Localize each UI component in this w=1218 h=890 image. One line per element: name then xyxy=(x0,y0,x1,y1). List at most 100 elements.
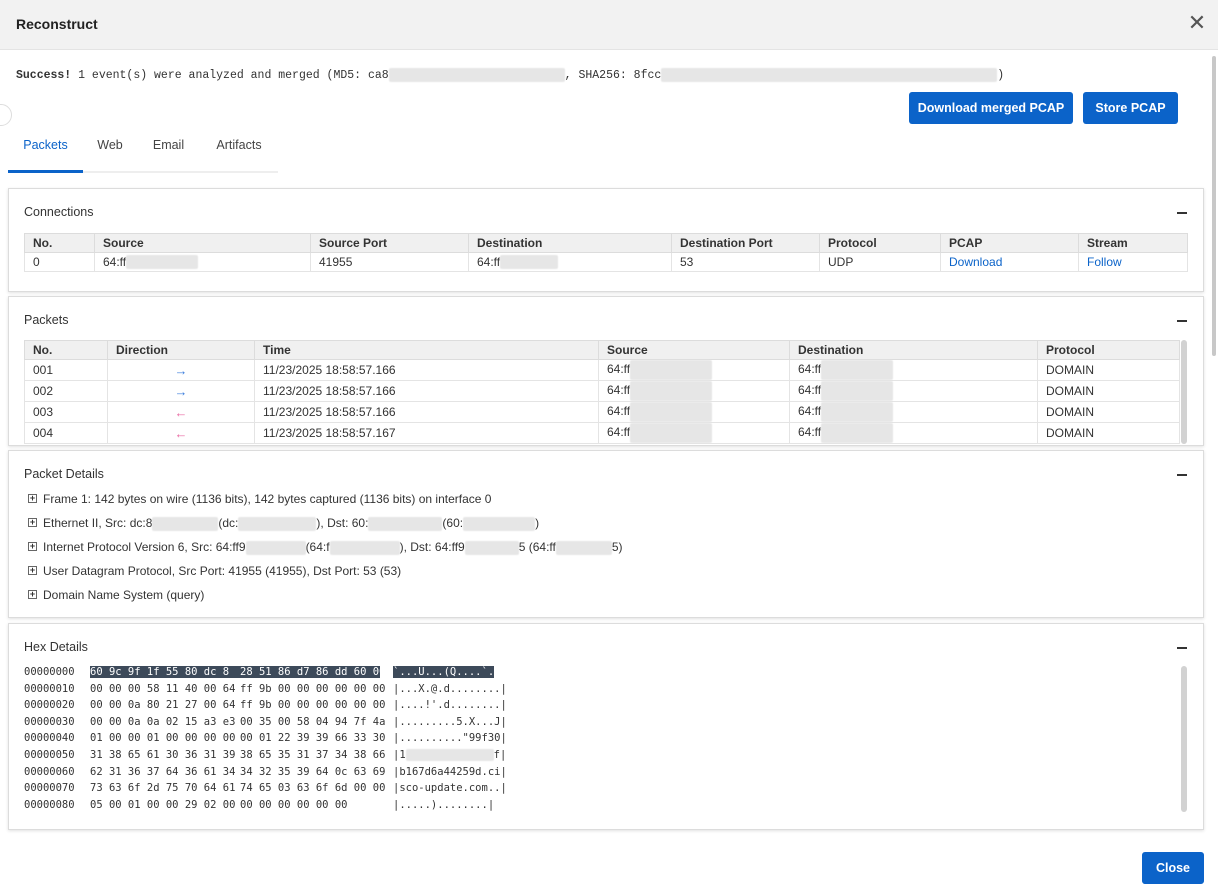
column-header[interactable]: Destination xyxy=(789,340,1038,360)
column-header[interactable]: Time xyxy=(254,340,599,360)
hex-bytes[interactable]: 00 01 22 39 39 66 33 30 xyxy=(240,732,393,744)
column-header[interactable]: Destination Port xyxy=(671,233,820,253)
tree-node-label: ) xyxy=(535,516,540,530)
hex-ascii[interactable]: |b167d6a44259d.ci| xyxy=(393,766,507,778)
hex-bytes[interactable]: ff 9b 00 00 00 00 00 00 xyxy=(240,699,393,711)
hex-row: 00000010 00 00 00 58 11 40 00 64 ff 9b 00 … xyxy=(24,683,507,700)
tree-node-label: Domain Name System (query) xyxy=(43,588,205,602)
redacted-value xyxy=(821,402,894,422)
cell-pcap: Download xyxy=(940,252,1079,272)
hex-bytes[interactable]: 73 63 6f 2d 75 70 64 61 xyxy=(90,782,240,794)
arrow-right-icon: → xyxy=(174,383,188,399)
hex-scrollbar[interactable] xyxy=(1181,666,1187,812)
dialog-title: Reconstruct xyxy=(16,16,98,32)
tree-node-label: (64:f xyxy=(305,540,330,554)
table-row[interactable]: 002 → 11/23/2025 18:58:57.166 64:ff 64:f… xyxy=(24,380,1180,402)
redacted-value xyxy=(821,381,894,401)
column-header[interactable]: Protocol xyxy=(1037,340,1180,360)
minus-icon[interactable] xyxy=(1177,203,1187,214)
table-row[interactable]: 001 → 11/23/2025 18:58:57.166 64:ff 64:f… xyxy=(24,359,1180,381)
cell-destination-port: 53 xyxy=(671,252,820,272)
hex-bytes[interactable]: 01 00 00 01 00 00 00 00 xyxy=(90,732,240,744)
hex-row: 00000080 05 00 01 00 00 29 02 00 00 00 00 … xyxy=(24,799,507,816)
cell-destination: 64:ff xyxy=(468,252,672,272)
hex-ascii[interactable]: |....!'.d........| xyxy=(393,699,507,711)
close-button[interactable]: Close xyxy=(1142,852,1204,884)
minus-icon[interactable] xyxy=(1177,638,1187,649)
minus-icon[interactable] xyxy=(1177,311,1187,322)
hex-offset: 00000080 xyxy=(24,798,75,811)
hex-bytes[interactable]: 00 35 00 58 04 94 7f 4a xyxy=(240,716,393,728)
hex-ascii[interactable]: |.....)........| xyxy=(393,799,494,811)
tab-email[interactable]: Email xyxy=(146,138,191,173)
cell-no: 0 xyxy=(24,252,95,272)
hex-bytes[interactable]: 34 32 35 39 64 0c 63 69 xyxy=(240,766,393,778)
status-message: Success! 1 event(s) were analyzed and me… xyxy=(16,68,1004,82)
follow-link[interactable]: Follow xyxy=(1087,255,1122,269)
column-header[interactable]: Source xyxy=(94,233,311,253)
column-header[interactable]: Stream xyxy=(1078,233,1188,253)
tree-node-ipv6[interactable]: + Internet Protocol Version 6, Src: 64:ff… xyxy=(28,540,623,555)
hex-ascii[interactable]: |.........5.X...J| xyxy=(393,716,507,728)
hex-bytes[interactable]: 00 00 0a 80 21 27 00 64 xyxy=(90,699,240,711)
plus-box-icon[interactable]: + xyxy=(28,590,37,599)
hex-bytes[interactable]: 28 51 86 d7 86 dd 60 00 xyxy=(240,666,385,678)
tree-node-frame[interactable]: + Frame 1: 142 bytes on wire (1136 bits),… xyxy=(28,492,491,506)
column-header[interactable]: Protocol xyxy=(819,233,941,253)
packets-scrollbar[interactable] xyxy=(1181,340,1187,444)
hex-bytes[interactable]: 00 00 0a 0a 02 15 a3 e3 xyxy=(90,716,240,728)
tree-node-ethernet[interactable]: + Ethernet II, Src: dc:8 (dc:), Dst: 60: (6… xyxy=(28,516,539,531)
table-row[interactable]: 004 ← 11/23/2025 18:58:57.167 64:ff 64:f… xyxy=(24,422,1180,444)
hex-ascii[interactable]: |...X.@.d........| xyxy=(393,683,507,695)
hex-bytes[interactable]: 00 00 00 00 00 00 xyxy=(240,799,393,811)
hex-bytes[interactable]: 62 31 36 37 64 36 61 34 xyxy=(90,766,240,778)
tab-packets[interactable]: Packets xyxy=(8,138,83,173)
dialog-scrollbar[interactable] xyxy=(1212,56,1216,356)
hex-bytes[interactable]: 00 00 00 58 11 40 00 64 xyxy=(90,683,240,695)
minus-icon[interactable] xyxy=(1177,465,1187,476)
tree-node-dns[interactable]: + Domain Name System (query) xyxy=(28,588,204,602)
hex-ascii[interactable]: `...U...(Q....`. xyxy=(393,666,495,678)
hex-offset: 00000050 xyxy=(24,748,75,761)
column-header[interactable]: PCAP xyxy=(940,233,1079,253)
table-row[interactable]: 003 ← 11/23/2025 18:58:57.166 64:ff 64:f… xyxy=(24,401,1180,423)
plus-box-icon[interactable]: + xyxy=(28,566,37,575)
cell-destination: 64:ff xyxy=(789,401,1038,423)
redacted-value xyxy=(500,255,559,270)
cell-source-text: 64:ff xyxy=(103,254,127,269)
download-merged-pcap-button[interactable]: Download merged PCAP xyxy=(909,92,1073,124)
tab-web[interactable]: Web xyxy=(90,138,130,173)
hex-bytes[interactable]: 05 00 01 00 00 29 02 00 xyxy=(90,799,240,811)
redacted-value xyxy=(152,516,219,531)
table-row[interactable]: 0 64:ff 41955 64:ff 53 UDP Download Foll… xyxy=(24,252,1188,272)
close-icon[interactable]: ✕ xyxy=(1186,12,1208,35)
tab-artifacts[interactable]: Artifacts xyxy=(208,138,270,173)
hex-bytes[interactable]: ff 9b 00 00 00 00 00 00 xyxy=(240,683,393,695)
packet-details-panel: Packet Details + Frame 1: 142 bytes on wi… xyxy=(8,450,1204,618)
hex-ascii[interactable]: |1 xyxy=(393,749,406,761)
download-link[interactable]: Download xyxy=(949,255,1002,269)
hex-bytes[interactable]: 60 9c 9f 1f 55 80 dc 8b xyxy=(90,666,235,678)
hex-details-panel: Hex Details 00000000 60 9c 9f 1f 55 80 dc… xyxy=(8,623,1204,830)
store-pcap-button[interactable]: Store PCAP xyxy=(1083,92,1178,124)
column-header[interactable]: Source Port xyxy=(310,233,469,253)
redacted-value xyxy=(463,516,536,531)
hex-bytes[interactable]: 31 38 65 61 30 36 31 39 xyxy=(90,749,240,761)
hex-dump[interactable]: 00000000 60 9c 9f 1f 55 80 dc 8b 28 51 86… xyxy=(24,666,507,815)
plus-box-icon[interactable]: + xyxy=(28,542,37,551)
column-header[interactable]: Direction xyxy=(107,340,255,360)
hex-ascii[interactable]: |.........."99f30| xyxy=(393,732,507,744)
plus-box-icon[interactable]: + xyxy=(28,518,37,527)
plus-box-icon[interactable]: + xyxy=(28,494,37,503)
column-header[interactable]: No. xyxy=(24,340,108,360)
column-header[interactable]: Destination xyxy=(468,233,672,253)
column-header[interactable]: No. xyxy=(24,233,95,253)
hex-bytes[interactable]: 74 65 03 63 6f 6d 00 00 xyxy=(240,782,393,794)
hex-bytes[interactable]: 38 65 35 31 37 34 38 66 xyxy=(240,749,393,761)
connections-panel: Connections No. Source Source Port Desti… xyxy=(8,188,1204,292)
column-header[interactable]: Source xyxy=(598,340,790,360)
tree-node-label: Ethernet II, Src: dc:8 xyxy=(43,516,153,530)
tree-node-udp[interactable]: + User Datagram Protocol, Src Port: 41955… xyxy=(28,564,401,578)
redacted-value xyxy=(368,516,443,531)
hex-ascii[interactable]: |sco-update.com..| xyxy=(393,782,507,794)
